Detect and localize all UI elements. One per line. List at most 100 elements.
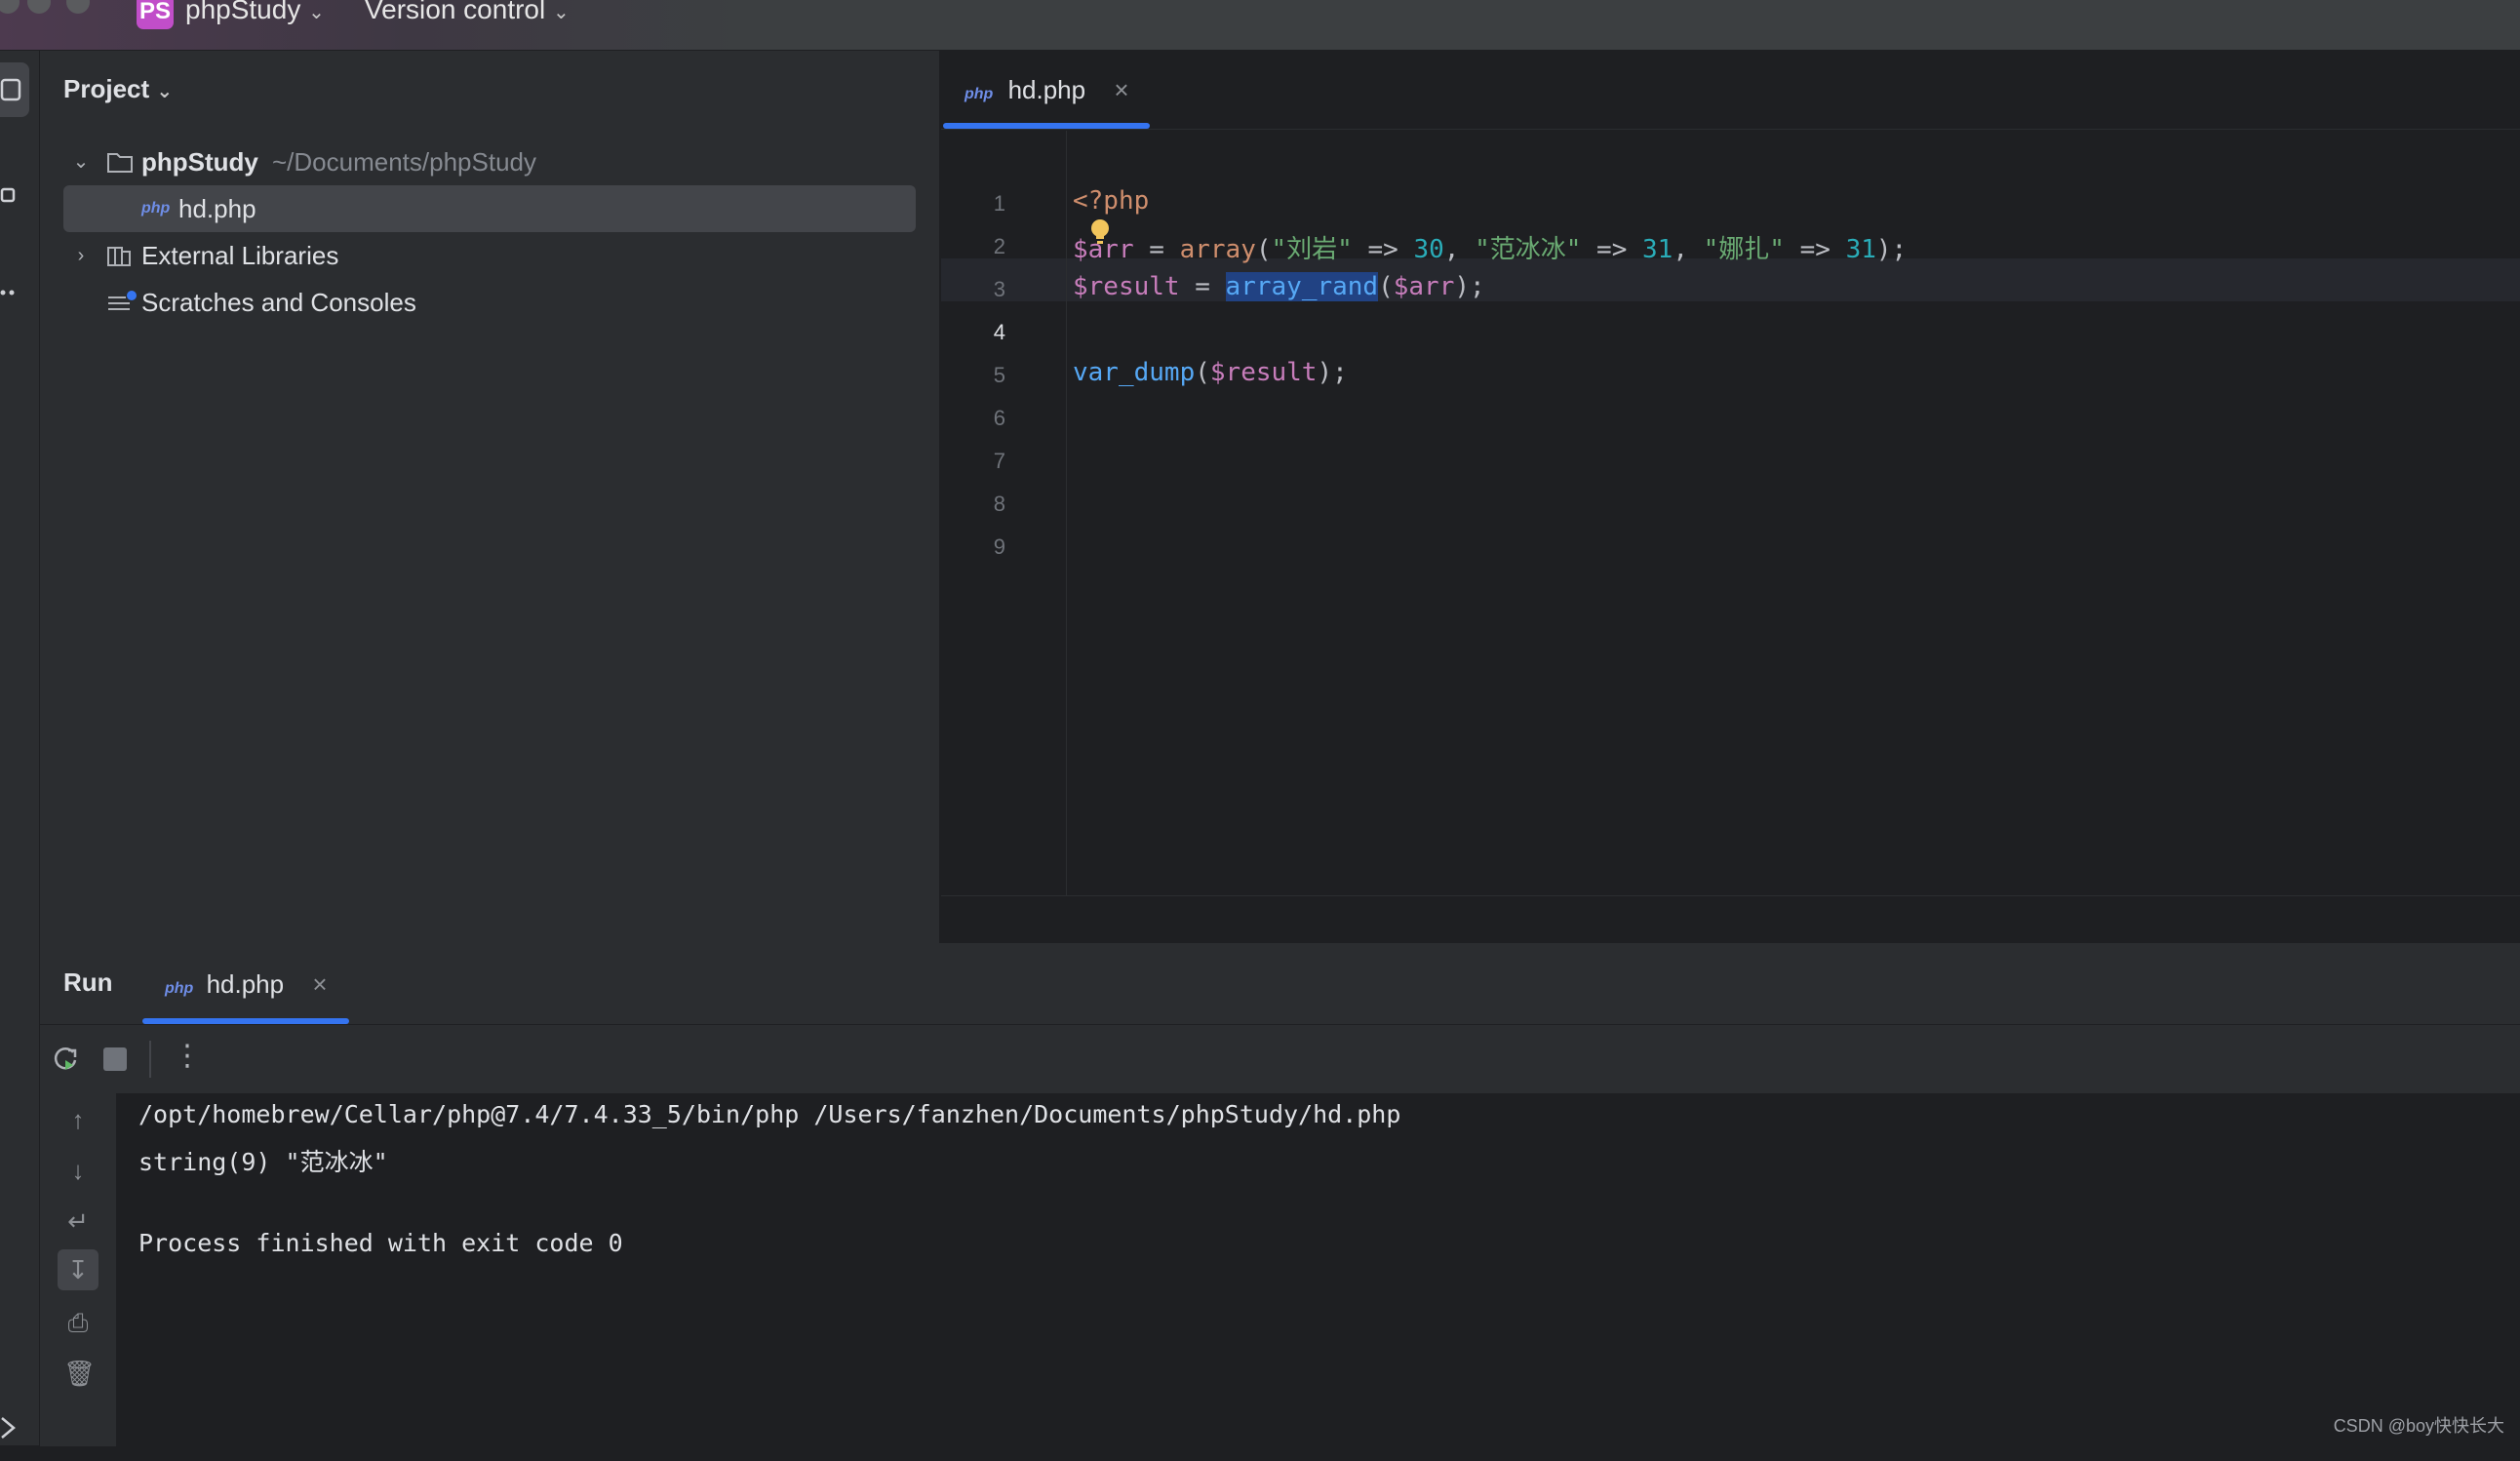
intention-bulb-icon[interactable] xyxy=(1088,217,1112,248)
code-token: ); xyxy=(1875,235,1908,264)
scratches-icon xyxy=(108,291,137,310)
line-number-gutter: 1 2 3 4 5 6 7 8 9 xyxy=(941,131,1067,896)
code-token: array xyxy=(1179,235,1256,264)
line-number: 1 xyxy=(993,191,1005,216)
editor-bottom-bar xyxy=(941,895,2520,944)
tab-hd-php[interactable]: php hd.php × xyxy=(965,51,1129,129)
zoom-window-button[interactable] xyxy=(66,0,90,14)
php-open-tag: <?php xyxy=(1073,186,1150,216)
tree-item-external-libraries[interactable]: › External Libraries xyxy=(63,232,916,279)
terminal-tool-button[interactable] xyxy=(0,1406,29,1461)
stop-icon[interactable] xyxy=(102,1046,128,1072)
line-number: 2 xyxy=(993,234,1005,258)
line-number: 9 xyxy=(993,534,1005,559)
code-token: "范冰冰" xyxy=(1475,235,1582,264)
close-tab-icon[interactable]: × xyxy=(1114,75,1128,104)
folder-icon xyxy=(107,153,133,173)
tree-item-label: hd.php xyxy=(178,194,256,223)
line-number: 8 xyxy=(993,492,1005,516)
line-number: 3 xyxy=(993,277,1005,301)
code-line-6[interactable]: var_dump($result); xyxy=(1073,358,1348,387)
code-token: , xyxy=(1443,235,1476,264)
code-line-4[interactable]: $result = array_rand($arr); xyxy=(1073,272,1485,301)
code-line-2[interactable]: $arr = array("刘岩" => 30, "范冰冰" => 31, "娜… xyxy=(1073,229,1907,265)
soft-wrap-icon[interactable]: ↵ xyxy=(63,1206,93,1236)
run-tab-label: hd.php xyxy=(206,969,285,999)
chevron-right-icon[interactable]: › xyxy=(71,232,91,279)
version-control-menu[interactable]: Version control ⌄ xyxy=(365,0,570,25)
tool-window-strip xyxy=(0,51,40,1445)
code-token: $arr xyxy=(1393,272,1455,301)
code-token: => xyxy=(1352,235,1414,264)
rerun-icon[interactable] xyxy=(52,1045,81,1074)
tree-item-hd-php[interactable]: php hd.php xyxy=(63,185,916,232)
more-tools-button[interactable] xyxy=(0,265,29,320)
project-tool-button[interactable] xyxy=(0,62,29,117)
tab-label: hd.php xyxy=(1007,75,1086,104)
more-options-icon[interactable]: ⋮ xyxy=(173,1039,202,1073)
code-token: "娜扎" xyxy=(1703,235,1785,264)
project-name: phpStudy xyxy=(185,0,301,24)
chevron-down-icon[interactable]: ⌄ xyxy=(71,138,91,185)
chevron-down-icon: ⌄ xyxy=(308,2,325,23)
close-tab-icon[interactable]: × xyxy=(312,969,327,999)
line-number: 7 xyxy=(993,449,1005,473)
run-toolbar: ⋮ xyxy=(40,1025,2520,1093)
code-token: $result xyxy=(1209,358,1318,387)
chevron-down-icon: ⌄ xyxy=(156,81,174,102)
run-tab-hd-php[interactable]: php hd.php × xyxy=(165,944,328,1024)
tree-item-label: phpStudy xyxy=(141,147,258,177)
project-panel: Project ⌄ ⌄ phpStudy ~/Documents/phpStud… xyxy=(40,51,940,943)
editor-area: php hd.php × 1 2 3 4 5 6 7 8 9 <?php $ar… xyxy=(941,51,2520,944)
line-number: 5 xyxy=(993,363,1005,387)
code-token: => xyxy=(1581,235,1643,264)
code-line-1[interactable]: <?php xyxy=(1073,186,1149,216)
trash-icon[interactable]: 🗑 xyxy=(63,1359,96,1388)
project-panel-title[interactable]: Project ⌄ xyxy=(63,74,173,104)
project-selector[interactable]: phpStudy ⌄ xyxy=(185,0,325,25)
tree-item-scratches[interactable]: Scratches and Consoles xyxy=(63,279,916,326)
print-icon[interactable]: ⎙ xyxy=(63,1308,93,1337)
arrow-up-icon[interactable]: ↑ xyxy=(63,1105,93,1134)
minimize-window-button[interactable] xyxy=(27,0,51,14)
console-output-line: string(9) "范冰冰" xyxy=(138,1148,388,1176)
code-token: = xyxy=(1179,272,1226,301)
library-icon xyxy=(107,247,131,266)
structure-icon xyxy=(0,187,16,203)
tree-item-label: External Libraries xyxy=(141,241,339,270)
project-badge-icon: PS xyxy=(137,0,174,29)
console-output-line: /opt/homebrew/Cellar/php@7.4/7.4.33_5/bi… xyxy=(138,1100,1401,1128)
code-token: var_dump xyxy=(1073,358,1196,387)
code-token: 31 xyxy=(1642,235,1673,264)
editor-tab-bar: php hd.php × xyxy=(941,51,2520,130)
code-token: => xyxy=(1784,235,1846,264)
code-token: ( xyxy=(1378,272,1394,301)
chevron-down-icon: ⌄ xyxy=(553,2,570,23)
project-panel-title-label: Project xyxy=(63,74,150,103)
code-token: ); xyxy=(1317,358,1348,387)
code-token: , xyxy=(1673,235,1704,264)
watermark: CSDN @boy快快长大 xyxy=(2333,1416,2504,1436)
active-tab-indicator xyxy=(142,1018,349,1024)
structure-tool-button[interactable] xyxy=(0,168,29,222)
arrow-down-icon[interactable]: ↓ xyxy=(63,1156,93,1185)
scroll-to-end-icon[interactable]: ↧ xyxy=(58,1249,98,1290)
folder-icon xyxy=(0,78,21,101)
close-window-button[interactable] xyxy=(0,0,20,14)
run-side-toolbar: ↑ ↓ ↵ ↧ ⎙ 🗑 xyxy=(40,1093,117,1446)
active-tab-indicator xyxy=(943,123,1150,129)
code-token: 30 xyxy=(1413,235,1444,264)
code-token: ); xyxy=(1454,272,1485,301)
more-icon xyxy=(0,290,15,296)
run-panel-title: Run xyxy=(63,967,113,997)
php-file-icon: php xyxy=(141,200,171,217)
code-token: = xyxy=(1133,235,1180,264)
php-run-icon: php xyxy=(165,980,194,997)
selected-function-name: array_rand xyxy=(1225,272,1379,301)
tree-item-label: Scratches and Consoles xyxy=(141,288,416,317)
run-tab-bar: Run php hd.php × xyxy=(40,944,2520,1025)
run-panel: Run php hd.php × ⋮ ↑ ↓ ↵ ↧ ⎙ 🗑 /opt/home… xyxy=(40,943,2520,1446)
tree-item-phpstudy[interactable]: ⌄ phpStudy ~/Documents/phpStudy xyxy=(63,138,916,185)
code-token: 31 xyxy=(1845,235,1876,264)
tree-item-path: ~/Documents/phpStudy xyxy=(272,147,536,177)
